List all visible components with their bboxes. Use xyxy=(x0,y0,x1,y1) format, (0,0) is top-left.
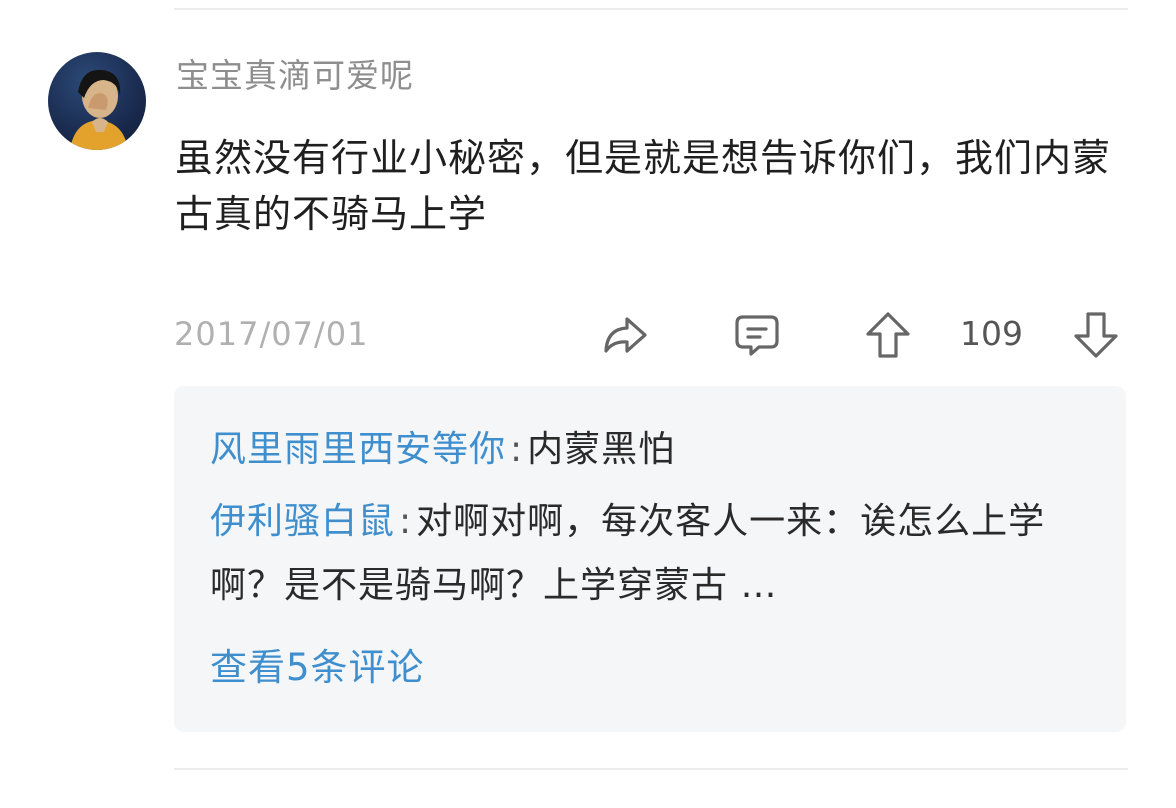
view-more-replies-link[interactable]: 查看5条评论 xyxy=(210,636,425,700)
avatar-image xyxy=(70,69,128,150)
share-icon xyxy=(601,313,649,357)
top-divider xyxy=(174,8,1128,10)
upvote-button[interactable] xyxy=(864,310,912,360)
reply-author[interactable]: 风里雨里西安等你 xyxy=(210,429,506,470)
downvote-button[interactable] xyxy=(1072,310,1120,360)
reply-button[interactable] xyxy=(733,310,781,360)
avatar[interactable] xyxy=(48,52,146,150)
arrow-up-icon xyxy=(864,310,912,360)
reply-item: 风里雨里西安等你: 内蒙黑怕 xyxy=(210,418,1110,482)
reply-separator: : xyxy=(510,429,524,470)
comment-bubble-icon xyxy=(733,312,781,358)
replies-panel: 风里雨里西安等你: 内蒙黑怕 伊利骚白鼠: 对啊对啊，每次客人一来：诶怎么上学啊？是… xyxy=(174,386,1126,732)
reply-text: 内蒙黑怕 xyxy=(527,429,676,470)
share-button[interactable] xyxy=(601,310,649,360)
comment-body: 虽然没有行业小秘密，但是就是想告诉你们，我们内蒙古真的不骑马上学 xyxy=(175,136,1112,236)
comment-username[interactable]: 宝宝真滴可爱呢 xyxy=(176,54,414,98)
vote-count: 109 xyxy=(960,314,1023,353)
reply-item: 伊利骚白鼠: 对啊对啊，每次客人一来：诶怎么上学啊？是不是骑马啊？上学穿蒙古 … xyxy=(210,490,1110,618)
reply-author[interactable]: 伊利骚白鼠 xyxy=(210,501,395,542)
bottom-divider xyxy=(174,768,1128,770)
comment-date: 2017/07/01 xyxy=(174,315,369,353)
arrow-down-icon xyxy=(1072,310,1120,360)
reply-separator: : xyxy=(399,501,413,542)
